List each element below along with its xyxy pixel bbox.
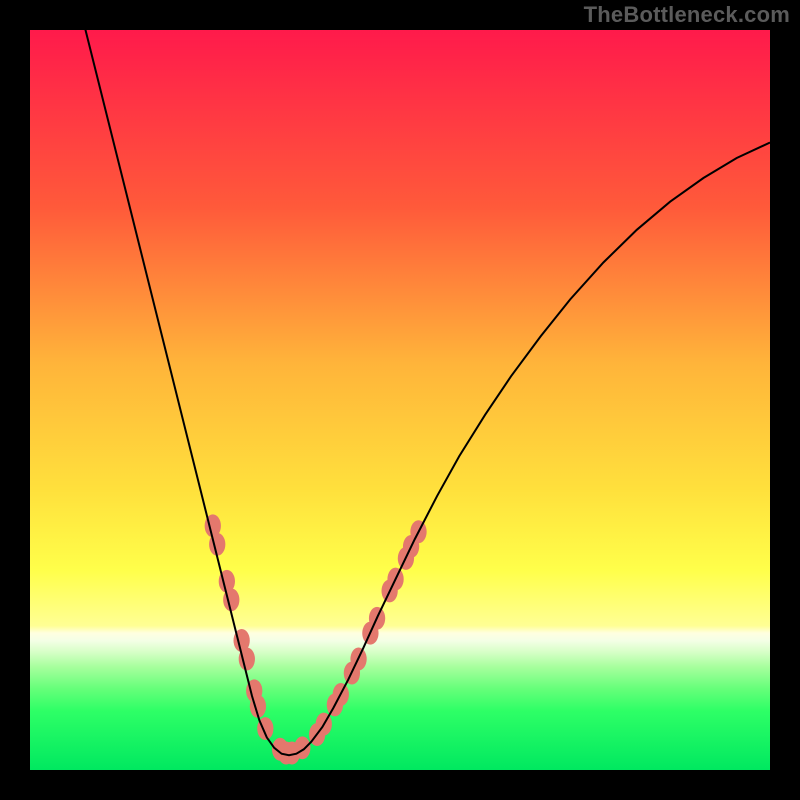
plot-area xyxy=(30,30,770,770)
highlight-dot xyxy=(294,736,310,759)
curve-layer xyxy=(30,30,770,770)
watermark-label: TheBottleneck.com xyxy=(584,2,790,28)
chart-frame: TheBottleneck.com xyxy=(0,0,800,800)
bottleneck-curve xyxy=(82,30,770,755)
